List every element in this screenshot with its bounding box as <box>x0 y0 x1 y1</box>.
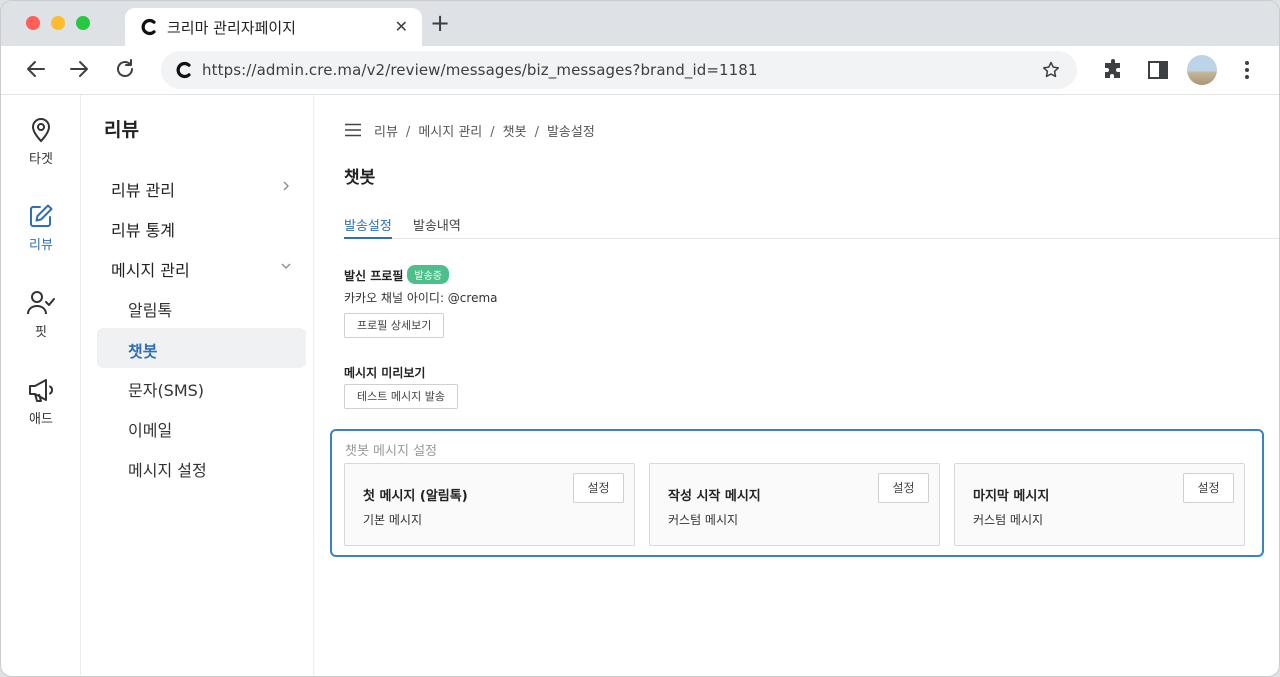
location-pin-icon <box>31 118 51 143</box>
breadcrumb-item[interactable]: 챗봇 <box>503 125 527 140</box>
breadcrumb-separator: / <box>405 125 411 140</box>
sidebar-item-label: 리뷰 관리 <box>111 181 175 200</box>
profile-avatar[interactable] <box>1187 55 1217 85</box>
sidebar-item-sms[interactable]: 문자(SMS) <box>97 367 306 407</box>
sender-profile-label-text: 발신 프로필 <box>344 269 404 283</box>
maximize-window-button[interactable] <box>76 16 90 30</box>
card-value: 기본 메시지 <box>363 513 423 527</box>
sidebar-title: 리뷰 <box>104 119 139 141</box>
sidebar-item-message-manage[interactable]: 메시지 관리 <box>97 247 306 287</box>
message-card-start: 작성 시작 메시지 커스텀 메시지 설정 <box>649 463 940 546</box>
rail-label: 리뷰 <box>29 238 53 253</box>
rail-item-ad[interactable]: 애드 <box>1 377 81 427</box>
rail-item-review[interactable]: 리뷰 <box>1 203 81 253</box>
rail-item-fit[interactable]: 핏 <box>1 290 81 340</box>
sidebar-item-review-manage[interactable]: 리뷰 관리 <box>97 167 306 207</box>
sidebar-item-label: 챗봇 <box>128 342 158 361</box>
section-title: 챗봇 메시지 설정 <box>345 444 437 459</box>
breadcrumb-item: 발송설정 <box>546 125 595 140</box>
rail-label: 타겟 <box>29 152 53 167</box>
message-card-first: 첫 메시지 (알림톡) 기본 메시지 설정 <box>344 463 635 546</box>
extensions-puzzle-icon[interactable] <box>1101 58 1125 82</box>
reload-icon[interactable] <box>113 57 137 81</box>
sidebar-item-label: 메시지 관리 <box>111 261 190 280</box>
card-title: 작성 시작 메시지 <box>668 489 761 504</box>
forward-arrow-icon[interactable] <box>67 57 91 81</box>
breadcrumb-separator: / <box>490 125 495 140</box>
browser-toolbar: https://admin.cre.ma/v2/review/messages/… <box>1 46 1279 95</box>
sidebar-item-email[interactable]: 이메일 <box>97 407 306 447</box>
minimize-window-button[interactable] <box>51 16 65 30</box>
tab-send-settings[interactable]: 발송설정 <box>344 215 392 239</box>
page-title: 챗봇 <box>344 168 376 188</box>
rail-label: 애드 <box>29 412 53 427</box>
message-preview-label: 메시지 미리보기 <box>344 366 426 380</box>
chevron-down-icon <box>281 263 291 269</box>
breadcrumb: 리뷰 / 메시지 관리 / 챗봇 / 발송설정 <box>374 121 595 140</box>
settings-button[interactable]: 설정 <box>573 473 624 503</box>
close-window-button[interactable] <box>26 16 40 30</box>
url-text[interactable]: https://admin.cre.ma/v2/review/messages/… <box>202 61 758 79</box>
chatbot-message-settings: 챗봇 메시지 설정 첫 메시지 (알림톡) 기본 메시지 설정 작성 시작 메시… <box>330 429 1264 557</box>
settings-button[interactable]: 설정 <box>1183 473 1234 503</box>
browser-tab[interactable]: 크리마 관리자페이지 ✕ <box>125 8 422 46</box>
sidebar-item-label: 이메일 <box>128 421 173 440</box>
tab-title: 크리마 관리자페이지 <box>167 19 296 37</box>
crema-logo-icon <box>141 18 156 36</box>
sidebar-item-alimtalk[interactable]: 알림톡 <box>97 287 306 327</box>
sidebar-item-chatbot[interactable]: 챗봇 <box>97 328 306 368</box>
tab-bar: 발송설정 발송내역 <box>344 215 1279 239</box>
message-card-last: 마지막 메시지 커스텀 메시지 설정 <box>954 463 1245 546</box>
card-value: 커스텀 메시지 <box>973 513 1044 527</box>
breadcrumb-item[interactable]: 리뷰 <box>374 125 398 140</box>
browser-window: 크리마 관리자페이지 ✕ + https://admin.cre.ma/v2/r… <box>0 0 1280 677</box>
card-title: 첫 메시지 (알림톡) <box>363 489 468 504</box>
sender-profile-label: 발신 프로필 발송중 <box>344 265 449 284</box>
new-tab-button[interactable]: + <box>428 9 452 37</box>
settings-button[interactable]: 설정 <box>878 473 929 503</box>
tab-close-icon[interactable]: ✕ <box>395 17 408 36</box>
card-value: 커스텀 메시지 <box>668 513 739 527</box>
status-badge: 발송중 <box>407 265 449 284</box>
breadcrumb-separator: / <box>534 125 539 140</box>
breadcrumb-item[interactable]: 메시지 관리 <box>418 125 482 140</box>
address-bar[interactable]: https://admin.cre.ma/v2/review/messages/… <box>161 51 1077 89</box>
channel-id-text: 카카오 채널 아이디: @crema <box>344 291 498 305</box>
bookmark-star-icon[interactable] <box>1041 60 1061 80</box>
sidebar-item-label: 메시지 설정 <box>128 461 207 480</box>
test-message-button[interactable]: 테스트 메시지 발송 <box>344 384 458 409</box>
back-arrow-icon[interactable] <box>24 57 48 81</box>
sidebar-item-message-settings[interactable]: 메시지 설정 <box>97 447 306 487</box>
sidebar-item-label: 알림톡 <box>128 301 173 320</box>
sidebar: 리뷰 리뷰 관리 리뷰 통계 메시지 관리 알림톡 챗봇 문자(SMS) 이메일… <box>82 95 314 676</box>
edit-icon <box>30 204 53 227</box>
rail-label: 핏 <box>35 325 47 340</box>
side-panel-icon[interactable] <box>1146 58 1170 82</box>
sidebar-item-label: 문자(SMS) <box>128 381 205 400</box>
app-rail: 타겟 리뷰 핏 애드 <box>1 95 81 676</box>
profile-detail-button[interactable]: 프로필 상세보기 <box>344 313 445 338</box>
tab-strip: 크리마 관리자페이지 ✕ + <box>1 1 1279 46</box>
app-content: 타겟 리뷰 핏 애드 리뷰 리뷰 관리 리뷰 통계 메시지 관리 알림톡 챗봇 … <box>1 95 1279 676</box>
card-title: 마지막 메시지 <box>973 489 1050 504</box>
sidebar-item-label: 리뷰 통계 <box>111 221 175 240</box>
hamburger-menu-icon[interactable] <box>345 123 361 137</box>
chevron-right-icon <box>283 181 289 191</box>
user-check-icon <box>27 291 55 315</box>
megaphone-icon <box>29 379 54 402</box>
main-panel: 리뷰 / 메시지 관리 / 챗봇 / 발송설정 챗봇 발송설정 발송내역 발신 프로필 발송중… <box>315 95 1279 676</box>
sidebar-item-review-stats[interactable]: 리뷰 통계 <box>97 207 306 247</box>
crema-logo-icon <box>176 61 191 79</box>
rail-item-target[interactable]: 타겟 <box>1 115 81 167</box>
tab-send-history[interactable]: 발송내역 <box>413 215 461 239</box>
more-menu-icon[interactable] <box>1235 58 1259 82</box>
